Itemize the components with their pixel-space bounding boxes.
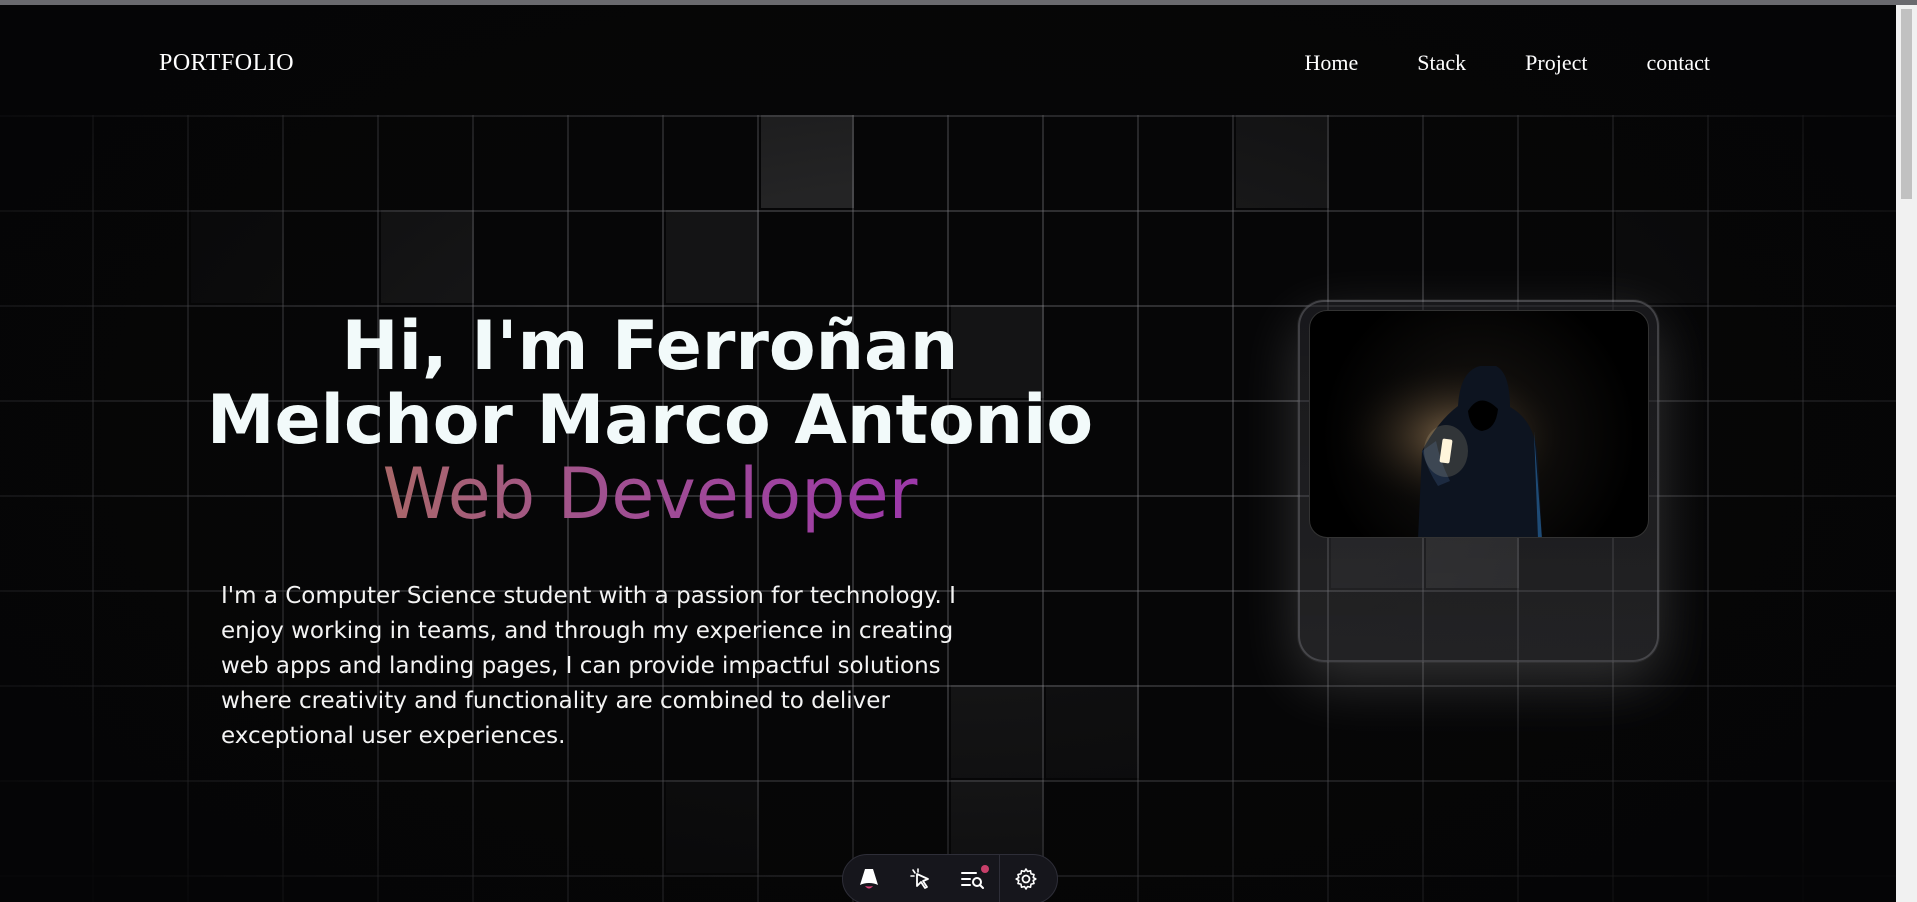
cursor-select-icon (910, 868, 929, 889)
astro-logo-icon (860, 869, 878, 889)
hero-title-line2: Melchor Marco Antonio (206, 381, 1094, 460)
main-nav: Home Stack Project contact (1304, 50, 1710, 76)
settings-gear-icon (1015, 868, 1037, 890)
page-viewport: PORTFOLIO Home Stack Project contact Hi,… (0, 5, 1896, 902)
brand-logo[interactable]: PORTFOLIO (159, 50, 294, 77)
inspect-button[interactable] (895, 855, 947, 902)
nav-stack-link[interactable]: Stack (1417, 50, 1466, 76)
notification-dot (981, 865, 989, 873)
astro-logo-button[interactable] (843, 855, 895, 902)
dev-toolbar (842, 854, 1058, 902)
profile-photo (1309, 310, 1649, 538)
nav-contact-link[interactable]: contact (1646, 50, 1710, 76)
settings-button[interactable] (1000, 855, 1052, 902)
scrollbar-thumb[interactable] (1901, 9, 1912, 199)
nav-project-link[interactable]: Project (1525, 50, 1587, 76)
hero-role: Web Developer (200, 454, 1100, 534)
hooded-figure-image (1310, 311, 1648, 537)
audit-button[interactable] (947, 855, 999, 902)
hero-heading: Hi, I'm Ferroñan Melchor Marco Antonio W… (200, 307, 1100, 535)
page-scrollbar[interactable] (1896, 5, 1917, 902)
hero-bio: I'm a Computer Science student with a pa… (221, 583, 956, 749)
hero-title-line1: Hi, I'm Ferroñan (341, 307, 959, 386)
nav-home-link[interactable]: Home (1304, 50, 1358, 76)
